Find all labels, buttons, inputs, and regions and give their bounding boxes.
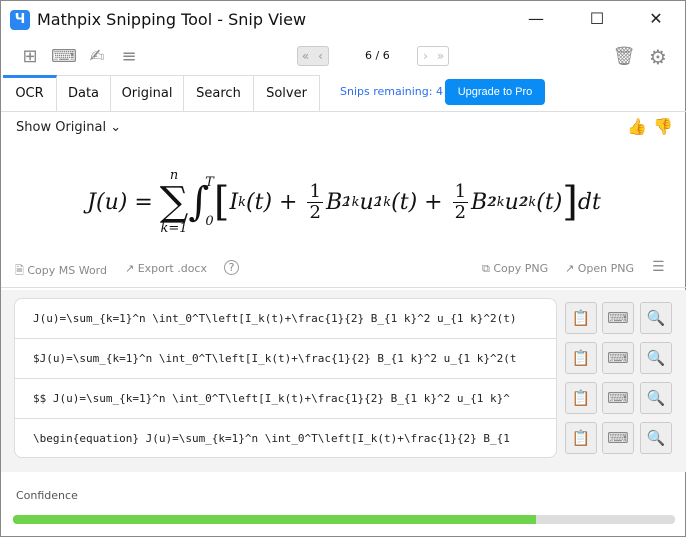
- results-area: J(u)=\sum_{k=1}^n \int_0^T\left[I_k(t)+\…: [1, 290, 686, 472]
- frac-num: 1: [307, 180, 323, 203]
- new-snip-icon[interactable]: ⊞: [18, 45, 42, 69]
- frac-den: 2: [454, 201, 467, 223]
- keyboard-icon[interactable]: ⌨: [602, 382, 634, 414]
- minimize-button[interactable]: —: [521, 9, 551, 28]
- frac-den: 2: [309, 201, 321, 223]
- sum-lower: k=1: [160, 221, 188, 236]
- search-icon[interactable]: 🔍: [640, 302, 672, 334]
- action-bar: 🗎 Copy MS Word ↗ Export .docx ? ⧉ Copy P…: [1, 252, 686, 288]
- copy-ms-word-button[interactable]: 🗎 Copy MS Word: [15, 262, 107, 281]
- show-original-label: Show Original: [16, 120, 107, 135]
- last-button[interactable]: »: [433, 47, 448, 65]
- tab-original[interactable]: Original: [111, 75, 184, 111]
- thumbs-up-icon[interactable]: 👍: [627, 117, 647, 136]
- prev-button[interactable]: ‹: [313, 47, 328, 65]
- rendered-equation: J(u) = n ∑ k=1 ∫ T 0 [Ik (t) + 1 2 B 2 1k u 2 1k (t) …: [87, 168, 601, 236]
- show-original-dropdown[interactable]: Show Original ⌄: [16, 120, 121, 135]
- search-icon[interactable]: 🔍: [640, 422, 672, 454]
- confidence-fill: [13, 515, 536, 524]
- result-row[interactable]: J(u)=\sum_{k=1}^n \int_0^T\left[I_k(t)+\…: [15, 299, 556, 339]
- thumbs-down-icon[interactable]: 👎: [653, 117, 673, 136]
- handwriting-icon[interactable]: ✍: [85, 45, 109, 69]
- maximize-button[interactable]: ☐: [582, 9, 612, 28]
- keyboard-icon[interactable]: ⌨: [51, 45, 77, 69]
- tab-bar: OCR Data Original Search Solver Snips re…: [1, 75, 686, 111]
- eq-lhs: J(u) =: [87, 189, 153, 215]
- frac-num: 1: [452, 180, 469, 203]
- toolbar: ⊞ ⌨ ✍ ≡ «‹ 6 / 6 ›» 🗑 ⚙: [1, 41, 686, 73]
- settings-sliders-icon[interactable]: ☰: [652, 259, 665, 275]
- pager: 6 / 6: [365, 49, 390, 62]
- list-icon[interactable]: ≡: [117, 45, 141, 69]
- clipboard-icon[interactable]: 📋: [565, 422, 597, 454]
- confidence-bar: [13, 515, 675, 524]
- open-png-label: Open PNG: [577, 262, 634, 275]
- snips-remaining: Snips remaining: 4: [340, 85, 443, 98]
- tab-ocr[interactable]: OCR: [3, 75, 57, 111]
- result-row[interactable]: $J(u)=\sum_{k=1}^n \int_0^T\left[I_k(t)+…: [15, 339, 556, 379]
- search-icon[interactable]: 🔍: [640, 382, 672, 414]
- int-upper: T: [205, 175, 214, 190]
- int-lower: 0: [205, 214, 214, 229]
- clipboard-icon[interactable]: 📋: [565, 302, 597, 334]
- trash-icon[interactable]: 🗑: [612, 45, 636, 69]
- sum: n ∑ k=1: [159, 168, 189, 236]
- results-list: J(u)=\sum_{k=1}^n \int_0^T\left[I_k(t)+\…: [14, 298, 557, 458]
- search-icon[interactable]: 🔍: [640, 342, 672, 374]
- keyboard-icon[interactable]: ⌨: [602, 302, 634, 334]
- confidence-label: Confidence: [16, 489, 78, 502]
- copy-png-label: Copy PNG: [493, 262, 549, 275]
- title-bar: Ч Mathpix Snipping Tool - Snip View — ☐ …: [1, 1, 686, 39]
- help-icon[interactable]: ?: [224, 260, 239, 275]
- keyboard-icon[interactable]: ⌨: [602, 342, 634, 374]
- result-row[interactable]: \begin{equation} J(u)=\sum_{k=1}^n \int_…: [15, 419, 556, 459]
- tab-solver[interactable]: Solver: [254, 75, 320, 111]
- close-button[interactable]: ✕: [641, 9, 671, 28]
- clipboard-icon[interactable]: 📋: [565, 342, 597, 374]
- open-png-button[interactable]: ↗ Open PNG: [565, 262, 634, 275]
- tab-data[interactable]: Data: [57, 75, 111, 111]
- keyboard-icon[interactable]: ⌨: [602, 422, 634, 454]
- result-row[interactable]: $$ J(u)=\sum_{k=1}^n \int_0^T\left[I_k(t…: [15, 379, 556, 419]
- clipboard-icon[interactable]: 📋: [565, 382, 597, 414]
- first-button[interactable]: «: [298, 47, 313, 65]
- export-docx-button[interactable]: ↗ Export .docx: [125, 262, 207, 275]
- gear-icon[interactable]: ⚙: [646, 45, 670, 69]
- next-nav: ›»: [417, 46, 449, 66]
- chevron-down-icon: ⌄: [110, 120, 122, 135]
- ocr-panel: Show Original ⌄ 👍 👎 J(u) = n ∑ k=1 ∫ T 0 [Ik…: [1, 111, 686, 472]
- tab-search[interactable]: Search: [184, 75, 254, 111]
- upgrade-button[interactable]: Upgrade to Pro: [445, 79, 545, 105]
- copy-ms-word-label: Copy MS Word: [27, 264, 107, 277]
- window-title: Mathpix Snipping Tool - Snip View: [37, 10, 307, 29]
- copy-png-button[interactable]: ⧉ Copy PNG: [482, 262, 548, 276]
- mathpix-logo-icon: Ч: [10, 10, 30, 30]
- export-docx-label: Export .docx: [137, 262, 207, 275]
- next-button[interactable]: ›: [418, 47, 433, 65]
- prev-nav: «‹: [297, 46, 329, 66]
